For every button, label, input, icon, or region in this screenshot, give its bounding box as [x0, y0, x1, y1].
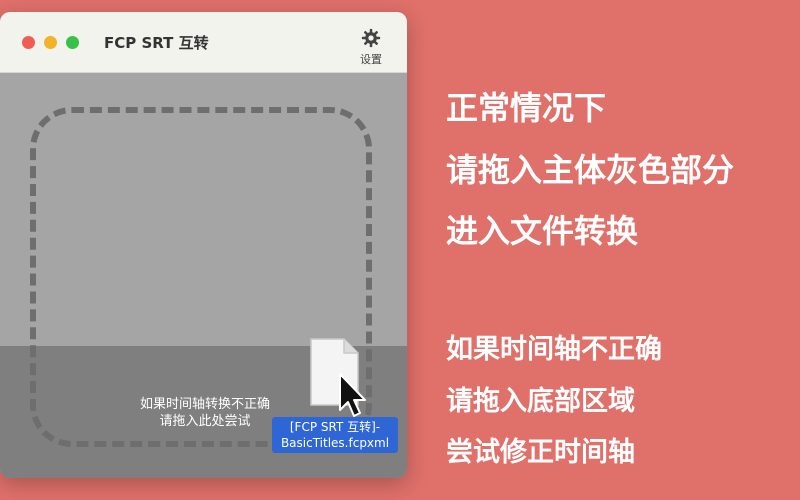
- instruction-line: 尝试修正时间轴: [446, 437, 635, 468]
- settings-button[interactable]: 设置: [352, 28, 390, 72]
- gear-icon: [361, 28, 381, 48]
- instruction-line: 进入文件转换: [446, 212, 639, 250]
- instruction-line: 正常情况下: [446, 89, 607, 127]
- drag-file-label: [FCP SRT 互转]- BasicTitles.fcpxml: [272, 417, 398, 453]
- minimize-button[interactable]: [44, 36, 57, 49]
- hint-line: 如果时间轴转换不正确: [139, 397, 270, 412]
- drag-label-line: [FCP SRT 互转]-: [289, 420, 381, 434]
- close-button[interactable]: [22, 36, 35, 49]
- app-title: FCP SRT 互转: [104, 34, 209, 52]
- titlebar: FCP SRT 互转 设置: [0, 12, 407, 73]
- cursor-arrow-icon: [339, 373, 366, 417]
- settings-label: 设置: [360, 53, 382, 66]
- app-window: FCP SRT 互转 设置 如果时间轴转换不正确 请拖入此处尝试 [FCP SR…: [0, 12, 407, 478]
- instruction-line: 请拖入底部区域: [446, 386, 635, 417]
- zoom-button[interactable]: [66, 36, 79, 49]
- instruction-line: 如果时间轴不正确: [446, 334, 662, 365]
- instruction-line: 请拖入主体灰色部分: [446, 151, 735, 189]
- drag-label-line: BasicTitles.fcpxml: [280, 436, 390, 450]
